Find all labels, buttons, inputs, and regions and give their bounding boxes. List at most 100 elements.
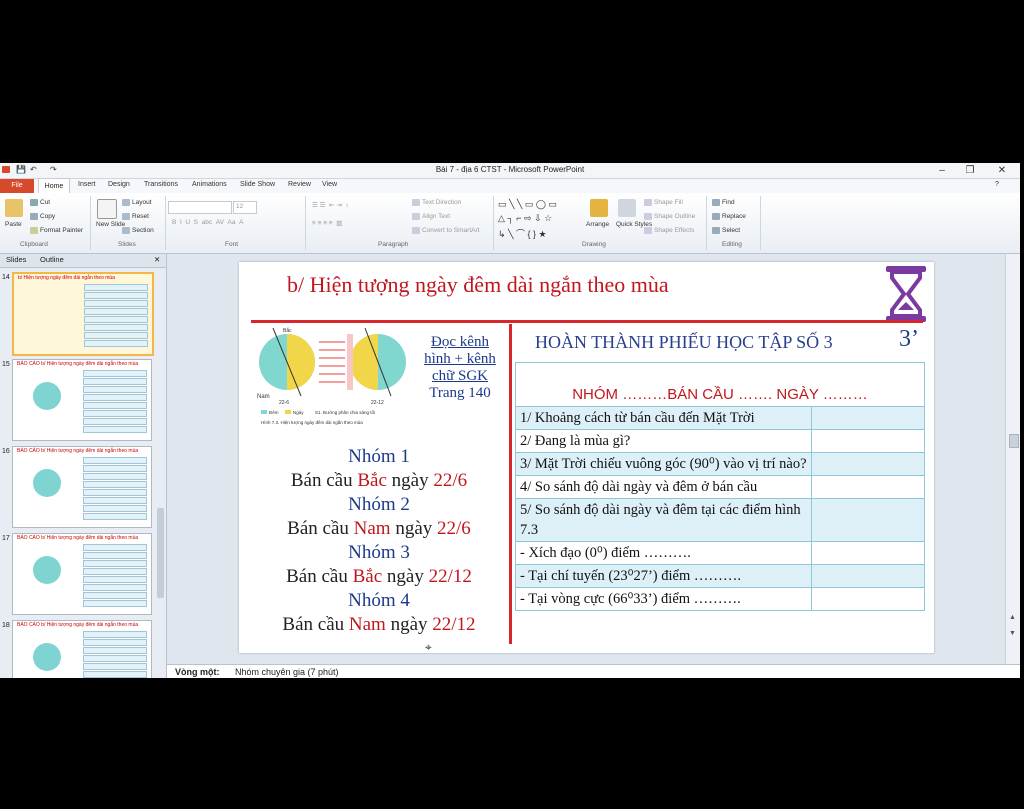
layout-button[interactable]: Layout [122,199,152,206]
notes-label: Vòng một: [175,667,220,677]
font-name-box[interactable] [168,201,232,214]
editor-scrollbar[interactable]: ▲ ▼ [1005,254,1020,664]
answer-cell[interactable] [811,564,925,588]
slide-canvas[interactable]: b/ Hiện tượng ngày đêm dài ngắn theo mùa [239,262,934,654]
minimize-button[interactable]: – [928,163,956,178]
thumb-table [83,457,147,521]
copy-button[interactable]: Copy [30,213,55,220]
answer-cell[interactable] [811,452,925,476]
group-task: Bán cầu Bắc ngày 22/12 [286,566,472,587]
globe-icon [33,556,61,584]
close-button[interactable]: ✕ [988,163,1016,178]
answer-cell[interactable] [811,541,925,565]
find-icon [712,199,720,206]
answer-cell[interactable] [811,498,925,542]
bullets-button[interactable]: ☰ ☰ ⇤ ⇥ ↕ [312,201,349,209]
scroll-up-arrow[interactable]: ▲ [1009,614,1016,621]
answer-cell[interactable] [811,429,925,453]
fill-icon [644,199,652,206]
close-panel-icon[interactable]: ✕ [154,255,160,264]
slide-thumbnail[interactable]: BÁO CÁO b/ Hiện tượng ngày đêm dài ngắn … [12,533,152,615]
globe-icon [33,382,61,410]
tab-design[interactable]: Design [108,181,130,188]
table-header: NHÓM ………BÁN CẦU ……. NGÀY ……… [515,362,925,407]
worksheet-title: HOÀN THÀNH PHIẾU HỌC TẬP SỐ 3 [535,332,833,352]
title-bar: 💾 ↶ ↷ Bài 7 - địa 6 CTST - Microsoft Pow… [0,163,1020,179]
answer-cell[interactable] [811,587,925,611]
shape-outline-button[interactable]: Shape Outline [644,213,695,220]
thumb-title: BÁO CÁO b/ Hiện tượng ngày đêm dài ngắn … [17,448,139,454]
answer-cell[interactable] [811,406,925,430]
tab-outline[interactable]: Outline [40,255,64,264]
new-slide-button[interactable]: New Slide [96,221,125,228]
table-cell: 2/ Đang là mùa gì? [515,429,812,453]
drawing-group-label: Drawing [582,241,606,248]
tab-review[interactable]: Review [288,181,311,188]
tab-view[interactable]: View [322,181,337,188]
text-direction-button[interactable]: Text Direction [412,199,461,206]
align-buttons[interactable]: ≡ ≡ ≡ ≡ ▥ [312,219,342,227]
tab-transitions[interactable]: Transitions [144,181,178,188]
convert-smartart-button[interactable]: Convert to SmartArt [412,227,479,234]
section-button[interactable]: Section [122,227,154,234]
scroll-thumb[interactable] [157,508,164,598]
diagram-caption: Hình 7.3. Hiện tượng ngày đêm dài ngắn t… [261,419,363,425]
scroll-down-arrow[interactable]: ▼ [1009,630,1016,637]
slide-title[interactable]: b/ Hiện tượng ngày đêm dài ngắn theo mùa [287,272,669,298]
slide-thumbnail[interactable]: BÁO CÁO b/ Hiện tượng ngày đêm dài ngắn … [12,446,152,528]
new-slide-icon[interactable] [97,199,117,219]
globe-icon [33,469,61,497]
table-cell: 4/ So sánh độ dài ngày và đêm ở bán cầu [515,475,812,499]
thumb-title: BÁO CÁO b/ Hiện tượng ngày đêm dài ngắn … [17,361,139,367]
worksheet-table[interactable]: NHÓM ………BÁN CẦU ……. NGÀY ……… 1/ Khoảng c… [515,362,925,611]
paste-icon[interactable] [5,199,23,217]
shape-effects-button[interactable]: Shape Effects [644,227,694,234]
paste-button[interactable]: Paste [5,221,22,228]
arrange-button[interactable]: Arrange [586,221,609,228]
tab-animations[interactable]: Animations [192,181,227,188]
effects-icon [644,227,652,234]
divider [493,196,494,250]
find-button[interactable]: Find [712,199,735,206]
tab-file[interactable]: File [0,179,34,193]
shape-fill-button[interactable]: Shape Fill [644,199,683,206]
panel-scrollbar[interactable] [156,268,165,676]
replace-icon [712,213,720,220]
bold-button[interactable]: B I U S abc AV Aa A [172,219,243,226]
scroll-thumb[interactable] [1009,434,1019,448]
shapes-gallery[interactable]: ▭ ╲ ╲ ▭ ◯ ▭ [498,199,557,210]
slide-thumbnail[interactable]: BÁO CÁO b/ Hiện tượng ngày đêm dài ngắn … [12,620,152,678]
align-text-button[interactable]: Align Text [412,213,450,220]
slide-thumbnail[interactable]: BÁO CÁO b/ Hiện tượng ngày đêm dài ngắn … [12,359,152,441]
select-button[interactable]: Select [712,227,740,234]
group-task: Bán cầu Nam ngày 22/6 [287,518,471,539]
slide-thumbnail[interactable]: b/ Hiện tượng ngày đêm dài ngắn theo mùa [12,272,154,356]
font-size-box[interactable]: 12 [233,201,257,214]
tab-insert[interactable]: Insert [78,181,96,188]
reset-icon [122,213,130,220]
mouse-cursor-icon: ⌖ [425,640,432,654]
table-cell: 3/ Mặt Trời chiếu vuông góc (90⁰) vào vị… [515,452,812,476]
read-instruction: Đọc kênh hình + kênh chữ SGK Trang 140 [424,334,496,401]
tab-slides[interactable]: Slides [6,255,26,264]
tab-slide-show[interactable]: Slide Show [240,181,275,188]
slide-editor: b/ Hiện tượng ngày đêm dài ngắn theo mùa [167,254,1005,664]
answer-cell[interactable] [811,475,925,499]
arrange-icon[interactable] [590,199,608,217]
layout-icon [122,199,130,206]
tab-home[interactable]: Home [38,178,70,194]
slides-group-label: Slides [118,241,136,248]
notes-pane[interactable]: Vòng một: Nhóm chuyên gia (7 phút) [167,664,1020,678]
quick-styles-icon[interactable] [618,199,636,217]
help-icon[interactable]: ? [995,181,999,188]
table-cell: 1/ Khoảng cách từ bán cầu đến Mặt Trời [515,406,812,430]
restore-button[interactable]: ❐ [956,163,984,178]
cut-button[interactable]: Cut [30,199,50,206]
shapes-gallery-row2[interactable]: △ ┐ ⌐ ⇨ ⇩ ☆ [498,213,552,224]
replace-button[interactable]: Replace [712,213,746,220]
group-task: Bán cầu Bắc ngày 22/6 [290,470,468,491]
format-painter-button[interactable]: Format Painter [30,227,83,234]
shapes-gallery-row3[interactable]: ↳ ╲ ⌒ { } ★ [498,227,547,240]
paragraph-group-label: Paragraph [378,241,409,248]
reset-button[interactable]: Reset [122,213,149,220]
